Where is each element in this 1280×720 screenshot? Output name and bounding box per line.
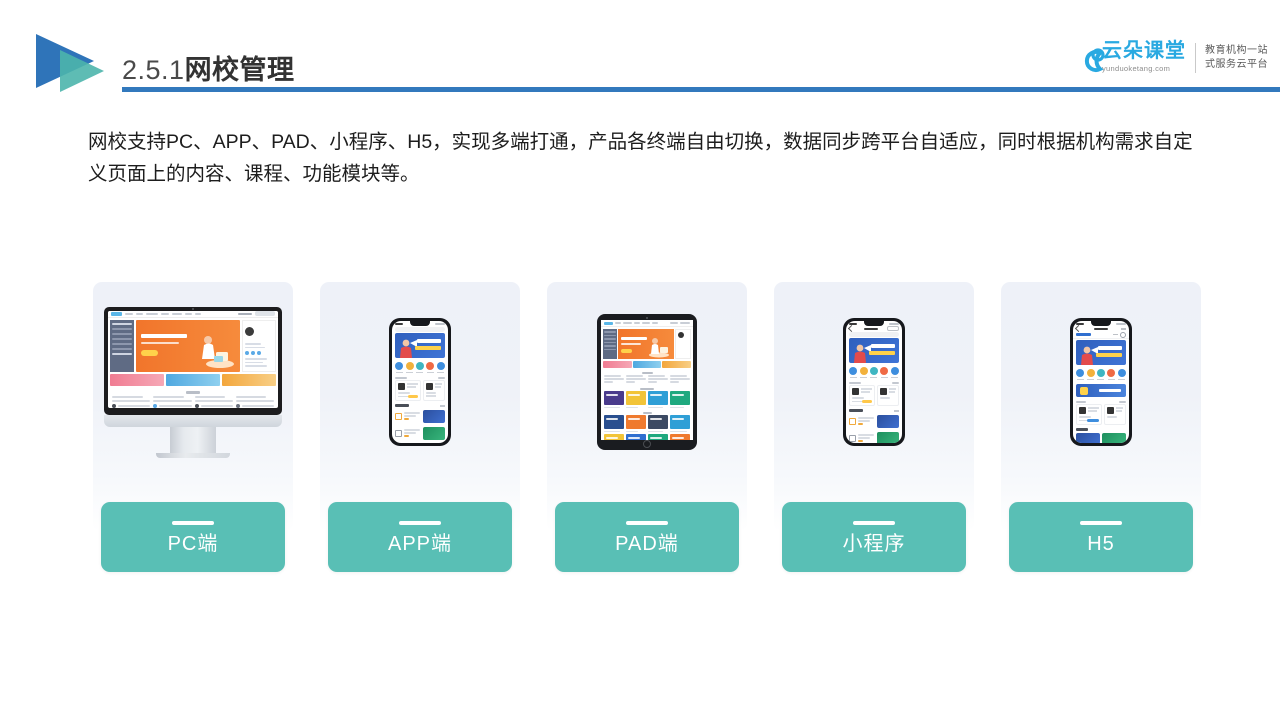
label-accent-bar (626, 520, 668, 525)
page-title: 2.5.1网校管理 (122, 48, 295, 87)
card-label-button-miniprogram[interactable]: 小程序 (782, 502, 966, 572)
card-label-text: PAD端 (615, 532, 679, 555)
card-label-text: H5 (1087, 532, 1115, 555)
brand-name: 云朵课堂 (1102, 39, 1186, 62)
cloud-icon (1076, 44, 1108, 76)
label-accent-bar (853, 520, 895, 525)
title-underline-rule (122, 87, 1280, 92)
card-label-button-h5[interactable]: H5 (1009, 502, 1193, 572)
device-card-pad[interactable]: PAD端 (547, 282, 747, 572)
brand-tagline-line2: 式服务云平台 (1205, 59, 1268, 70)
brand-lockup: 云朵课堂 yunduoketang.com 教育机构一站 式服务云平台 (1076, 35, 1268, 81)
device-card-miniprogram[interactable]: 小程序 (774, 282, 974, 572)
device-card-row: PC端 APP端 PAD端 小程序 H5 (93, 282, 1201, 572)
brand-mark: 云朵课堂 yunduoketang.com (1076, 39, 1186, 76)
device-card-h5[interactable]: H5 (1001, 282, 1201, 572)
device-card-pc[interactable]: PC端 (93, 282, 293, 572)
card-label-text: PC端 (167, 532, 219, 555)
label-accent-bar (399, 520, 441, 525)
brand-tagline: 教育机构一站 式服务云平台 (1205, 44, 1268, 73)
label-accent-bar (1080, 520, 1122, 525)
double-triangle-play-logo-icon (30, 32, 122, 94)
desktop-monitor-icon (93, 282, 293, 482)
brand-url: yunduoketang.com (1102, 63, 1171, 73)
smartphone-icon (320, 282, 520, 482)
card-label-text: 小程序 (842, 532, 906, 555)
slide-root: 2.5.1网校管理 云朵课堂 yunduoketang.com 教育机构一站 式… (0, 0, 1280, 720)
section-title-zh: 网校管理 (184, 55, 295, 85)
card-label-button-pc[interactable]: PC端 (101, 502, 285, 572)
card-label-text: APP端 (387, 532, 453, 555)
brand-names: 云朵课堂 yunduoketang.com (1102, 39, 1186, 73)
card-label-button-pad[interactable]: PAD端 (555, 502, 739, 572)
tablet-icon (547, 282, 747, 482)
card-label-button-app[interactable]: APP端 (328, 502, 512, 572)
label-accent-bar (172, 520, 214, 525)
section-number: 2.5.1 (122, 55, 185, 85)
device-card-app[interactable]: APP端 (320, 282, 520, 572)
smartphone-icon (1001, 282, 1201, 482)
brand-divider (1195, 43, 1196, 73)
brand-tagline-line1: 教育机构一站 (1205, 44, 1268, 56)
body-paragraph: 网校支持PC、APP、PAD、小程序、H5，实现多端打通，产品各终端自由切换，数… (88, 131, 1193, 185)
smartphone-icon (774, 282, 974, 482)
